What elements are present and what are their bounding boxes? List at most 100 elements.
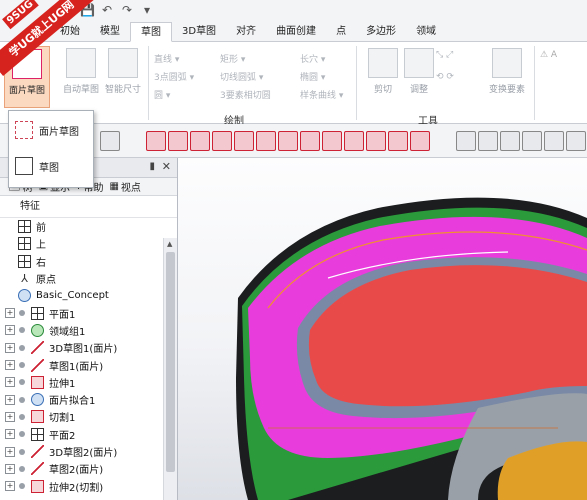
spline-button[interactable]: 样条曲线 ▾	[300, 88, 343, 101]
tab-point[interactable]: 点	[326, 22, 356, 42]
smart-dimension-button[interactable]: 智能尺寸	[100, 46, 146, 108]
origin-icon: ⅄	[18, 272, 31, 286]
view-mode-icon[interactable]	[478, 131, 498, 151]
rectangle-button[interactable]: 矩形 ▾	[220, 52, 245, 65]
select-mode-icon[interactable]	[212, 131, 232, 151]
tree-item-origin[interactable]: ⅄ 原点	[0, 270, 177, 287]
expand-icon[interactable]: +	[5, 394, 15, 405]
visibility-dot-icon[interactable]	[19, 396, 25, 403]
tree-item-plane1[interactable]: + 平面1	[0, 304, 177, 321]
tab-region[interactable]: 领域	[406, 22, 446, 42]
select-mode-icon[interactable]	[410, 131, 430, 151]
expand-icon[interactable]: +	[5, 342, 15, 353]
tree-item-cut1[interactable]: + 切割1	[0, 408, 177, 425]
undo-icon[interactable]: ↶	[100, 3, 114, 17]
visibility-dot-icon[interactable]	[19, 379, 25, 386]
three-point-arc-button[interactable]: 3点圆弧 ▾	[154, 70, 194, 83]
visibility-dot-icon[interactable]	[19, 448, 25, 455]
view-mode-icon[interactable]	[522, 131, 542, 151]
tree-item-top[interactable]: 上	[0, 235, 177, 252]
visibility-dot-icon[interactable]	[19, 327, 25, 334]
tree-item-plane2[interactable]: + 平面2	[0, 426, 177, 443]
select-mode-icon[interactable]	[146, 131, 166, 151]
expand-icon[interactable]: +	[5, 308, 15, 319]
tab-polygon[interactable]: 多边形	[356, 22, 406, 42]
tree-item-front[interactable]: 前	[0, 218, 177, 235]
slot-button[interactable]: 长穴 ▾	[300, 52, 325, 65]
sheet-sketch-label: 面片草图	[8, 86, 45, 96]
expand-icon[interactable]: +	[5, 463, 15, 474]
transform-elements-button[interactable]: 变换要素	[484, 46, 530, 108]
select-mode-icon[interactable]	[300, 131, 320, 151]
ellipse-button[interactable]: 椭圆 ▾	[300, 70, 325, 83]
tab-viewpoint[interactable]: ▦ 视点	[109, 179, 140, 194]
visibility-dot-icon[interactable]	[19, 310, 25, 317]
visibility-dot-icon[interactable]	[19, 465, 25, 472]
3d-model-render	[236, 197, 587, 500]
adjust-label: 调整	[409, 85, 428, 95]
expand-icon[interactable]: +	[5, 411, 15, 422]
sheet-sketch-icon	[15, 121, 33, 139]
tab-sketch[interactable]: 草图	[130, 22, 172, 42]
tool-icons-grid[interactable]: ⟲ ⟳	[436, 72, 454, 82]
expand-icon[interactable]: +	[5, 446, 15, 457]
select-mode-icon[interactable]	[366, 131, 386, 151]
tool-icons-grid[interactable]: ⤡ ⤢	[436, 50, 453, 60]
scroll-up-icon[interactable]: ▲	[167, 240, 172, 248]
menu-item-sheet-sketch[interactable]: 面片草图	[15, 119, 79, 141]
tree-item-3d-sketch2[interactable]: +3D草图2(面片)	[0, 443, 177, 460]
close-icon[interactable]: ✕	[162, 160, 171, 173]
redo-icon[interactable]: ↷	[120, 3, 134, 17]
tangent-arc-button[interactable]: 切线圆弧 ▾	[220, 70, 263, 83]
region-icon	[31, 323, 44, 337]
select-mode-icon[interactable]	[168, 131, 188, 151]
select-mode-icon[interactable]	[256, 131, 276, 151]
trim-label: 剪切	[373, 85, 392, 95]
visibility-dot-icon[interactable]	[19, 413, 25, 420]
tree-item-extrude1[interactable]: + 拉伸1	[0, 374, 177, 391]
qat-menu-icon[interactable]: ▾	[140, 3, 154, 17]
select-mode-icon[interactable]	[278, 131, 298, 151]
3d-viewport[interactable]	[178, 158, 587, 500]
auto-sketch-button[interactable]: 自动草图	[58, 46, 104, 108]
select-mode-icon[interactable]	[234, 131, 254, 151]
menu-item-sketch[interactable]: 草图	[15, 155, 59, 177]
view-mode-icon[interactable]	[500, 131, 520, 151]
filter-icon[interactable]	[100, 131, 120, 151]
tree-item-region-group1[interactable]: + 领域组1	[0, 322, 177, 339]
expand-icon[interactable]: +	[5, 429, 15, 440]
expand-icon[interactable]: +	[5, 360, 15, 371]
tab-align[interactable]: 对齐	[226, 22, 266, 42]
tree-item-basic-concept[interactable]: Basic_Concept	[0, 287, 177, 304]
view-mode-icon[interactable]	[544, 131, 564, 151]
visibility-dot-icon[interactable]	[19, 483, 25, 490]
visibility-dot-icon[interactable]	[19, 362, 25, 369]
select-mode-icon[interactable]	[388, 131, 408, 151]
tree-item-right[interactable]: 右	[0, 253, 177, 270]
tab-3d-sketch[interactable]: 3D草图	[172, 22, 226, 42]
select-mode-icon[interactable]	[322, 131, 342, 151]
view-mode-icon[interactable]	[566, 131, 586, 151]
expand-icon[interactable]: +	[5, 325, 15, 336]
tree-item-sketch1[interactable]: + 草图1(面片)	[0, 356, 177, 373]
pin-icon[interactable]: ▮	[149, 161, 155, 172]
select-mode-icon[interactable]	[190, 131, 210, 151]
select-mode-icon[interactable]	[344, 131, 364, 151]
more-icon[interactable]: ⚠ A	[540, 50, 557, 60]
tree-item-mesh-fit1[interactable]: + 面片拟合1	[0, 391, 177, 408]
visibility-dot-icon[interactable]	[19, 344, 25, 351]
tangent-circle-button[interactable]: 3要素相切圆	[220, 88, 271, 101]
expand-icon[interactable]: +	[5, 481, 15, 492]
scrollbar-thumb[interactable]	[166, 252, 175, 472]
tab-model[interactable]: 模型	[90, 22, 130, 42]
visibility-dot-icon[interactable]	[19, 431, 25, 438]
tree-item-extrude2-cut[interactable]: + 拉伸2(切割)	[0, 477, 177, 494]
line-button[interactable]: 直线 ▾	[154, 52, 179, 65]
tab-surface-create[interactable]: 曲面创建	[266, 22, 326, 42]
expand-icon[interactable]: +	[5, 377, 15, 388]
tree-scrollbar[interactable]: ▲	[163, 238, 177, 500]
view-mode-icon[interactable]	[456, 131, 476, 151]
circle-button[interactable]: 圆 ▾	[154, 88, 170, 101]
tree-item-3d-sketch1[interactable]: +3D草图1(面片)	[0, 339, 177, 356]
tree-item-sketch2[interactable]: + 草图2(面片)	[0, 460, 177, 477]
